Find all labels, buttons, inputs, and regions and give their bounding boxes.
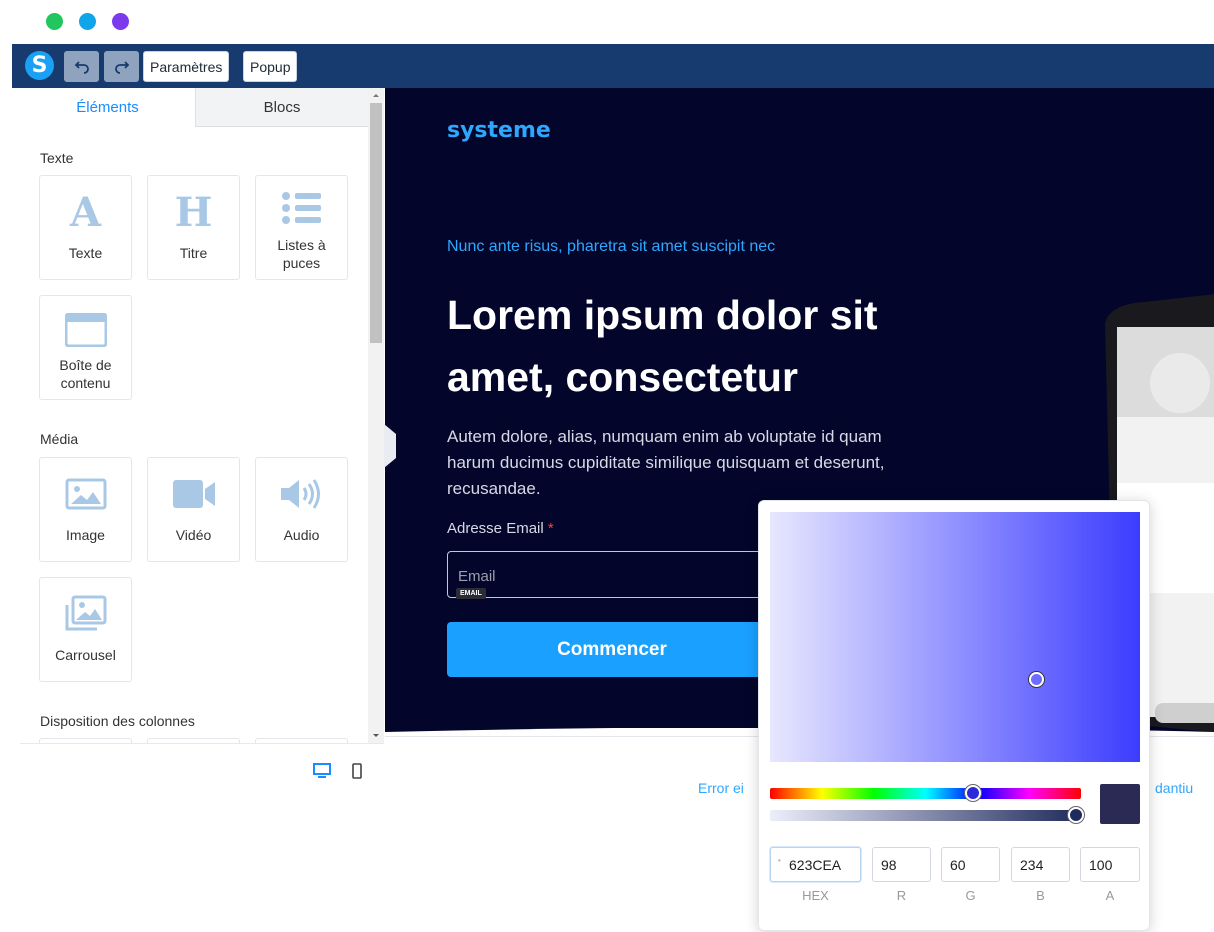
email-label-text: Adresse Email: [447, 520, 544, 537]
element-label: Carrousel: [55, 647, 116, 663]
color-picker-popover: 623CEA • 98 60 234 100 HEX R G B A: [758, 500, 1150, 931]
element-label: Texte: [68, 245, 103, 261]
window-dot-purple[interactable]: [112, 13, 129, 30]
blue-label: B: [1036, 888, 1045, 903]
element-label: Audio: [283, 527, 320, 543]
blue-input[interactable]: 234: [1011, 847, 1070, 882]
image-icon: [65, 478, 106, 510]
element-card-carousel[interactable]: Carrousel: [39, 577, 132, 682]
email-label: Adresse Email *: [447, 520, 554, 537]
email-field-tag: EMAIL: [456, 588, 486, 599]
window-dot-blue[interactable]: [79, 13, 96, 30]
scroll-up-icon[interactable]: [368, 90, 384, 100]
hero-kicker: Nunc ante risus, pharetra sit amet susci…: [447, 238, 776, 255]
hero-headline: Lorem ipsum dolor sit amet, consectetur: [447, 292, 878, 400]
hero-paragraph: Autem dolore, alias, numquam enim ab vol…: [447, 427, 885, 498]
element-label: Boîte de contenu: [59, 357, 112, 391]
saturation-value-area[interactable]: [770, 512, 1140, 762]
element-card-content-box[interactable]: Boîte de contenu: [39, 295, 132, 400]
tab-blocks[interactable]: Blocs: [195, 88, 368, 127]
tab-elements[interactable]: Éléments: [20, 88, 195, 127]
element-label: Listes à puces: [277, 237, 326, 271]
alpha-handle[interactable]: [1068, 807, 1084, 823]
alpha-label: A: [1105, 888, 1115, 903]
popup-button[interactable]: Popup: [243, 51, 298, 82]
start-button[interactable]: Commencer: [447, 622, 777, 677]
element-card-text[interactable]: A Texte: [39, 175, 132, 280]
scrollbar-thumb[interactable]: [370, 103, 382, 343]
sidebar-footer: [20, 743, 384, 796]
element-card-heading[interactable]: H Titre: [147, 175, 240, 280]
hash-icon: •: [778, 856, 781, 865]
elements-sidebar: Éléments Blocs Texte A Texte H Titre Lis…: [20, 88, 384, 796]
alpha-input[interactable]: 100: [1080, 847, 1140, 882]
video-icon: [172, 480, 215, 508]
email-input[interactable]: Email: [447, 551, 777, 598]
hue-slider[interactable]: [770, 785, 1081, 801]
scroll-down-icon[interactable]: [368, 731, 384, 741]
redo-icon: [114, 61, 129, 74]
editor-toolbar: S Paramètres Popup: [12, 44, 1214, 88]
undo-button[interactable]: [64, 51, 99, 82]
element-card-video[interactable]: Vidéo: [147, 457, 240, 562]
hue-handle[interactable]: [965, 785, 981, 801]
element-label: Vidéo: [175, 527, 212, 543]
element-card-audio[interactable]: Audio: [255, 457, 348, 562]
sidebar-scrollbar[interactable]: [368, 88, 384, 743]
hex-input[interactable]: 623CEA: [770, 847, 861, 882]
carousel-icon: [65, 595, 106, 631]
collapse-sidebar-handle[interactable]: [384, 424, 396, 468]
red-input[interactable]: 98: [872, 847, 931, 882]
undo-icon: [74, 61, 89, 74]
audio-icon: [280, 479, 320, 509]
window-controls: [46, 13, 129, 30]
app-logo[interactable]: S: [25, 51, 54, 80]
bullet-list-icon: [281, 192, 321, 224]
green-label: G: [965, 888, 976, 903]
content-box-icon: [64, 313, 107, 347]
footer-text-right: dantiu: [1155, 780, 1194, 796]
mobile-icon[interactable]: [351, 763, 363, 779]
element-label: Titre: [179, 245, 208, 261]
section-title-columns: Disposition des colonnes: [40, 713, 195, 729]
green-input[interactable]: 60: [941, 847, 1000, 882]
footer-text-left: Error ei: [698, 780, 744, 796]
section-title-media: Média: [40, 431, 79, 447]
element-label: Image: [66, 527, 105, 543]
text-icon: A: [69, 188, 102, 236]
settings-button[interactable]: Paramètres: [143, 51, 230, 82]
element-card-image[interactable]: Image: [39, 457, 132, 562]
window-dot-green[interactable]: [46, 13, 63, 30]
brand-logo: systeme: [447, 118, 551, 143]
saturation-handle[interactable]: [1029, 672, 1044, 687]
redo-button[interactable]: [104, 51, 139, 82]
section-title-text: Texte: [40, 150, 74, 166]
color-preview-swatch: [1100, 784, 1140, 824]
sidebar-tabs: Éléments Blocs: [20, 88, 368, 127]
desktop-icon[interactable]: [313, 763, 331, 779]
heading-icon: H: [174, 188, 213, 236]
hex-label: HEX: [802, 888, 829, 903]
alpha-slider[interactable]: [770, 807, 1084, 823]
red-label: R: [896, 888, 907, 903]
element-card-bullet-list[interactable]: Listes à puces: [255, 175, 348, 280]
required-mark: *: [547, 520, 554, 537]
